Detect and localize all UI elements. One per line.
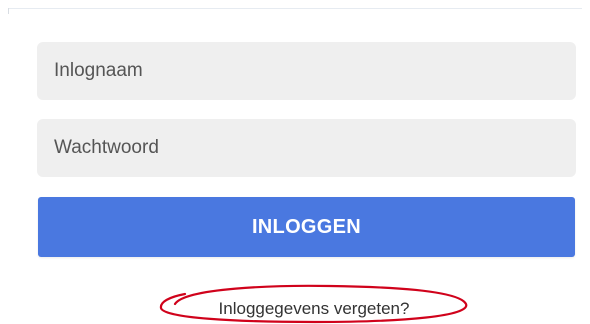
top-divider-edge bbox=[8, 8, 9, 14]
top-divider bbox=[8, 8, 582, 9]
username-input[interactable] bbox=[37, 42, 576, 100]
login-page: INLOGGEN Inloggegevens vergeten? bbox=[0, 0, 590, 324]
password-input[interactable] bbox=[37, 119, 576, 177]
login-button[interactable]: INLOGGEN bbox=[38, 197, 575, 257]
forgot-credentials-link[interactable]: Inloggegevens vergeten? bbox=[155, 299, 473, 319]
forgot-credentials-area: Inloggegevens vergeten? bbox=[155, 282, 473, 324]
